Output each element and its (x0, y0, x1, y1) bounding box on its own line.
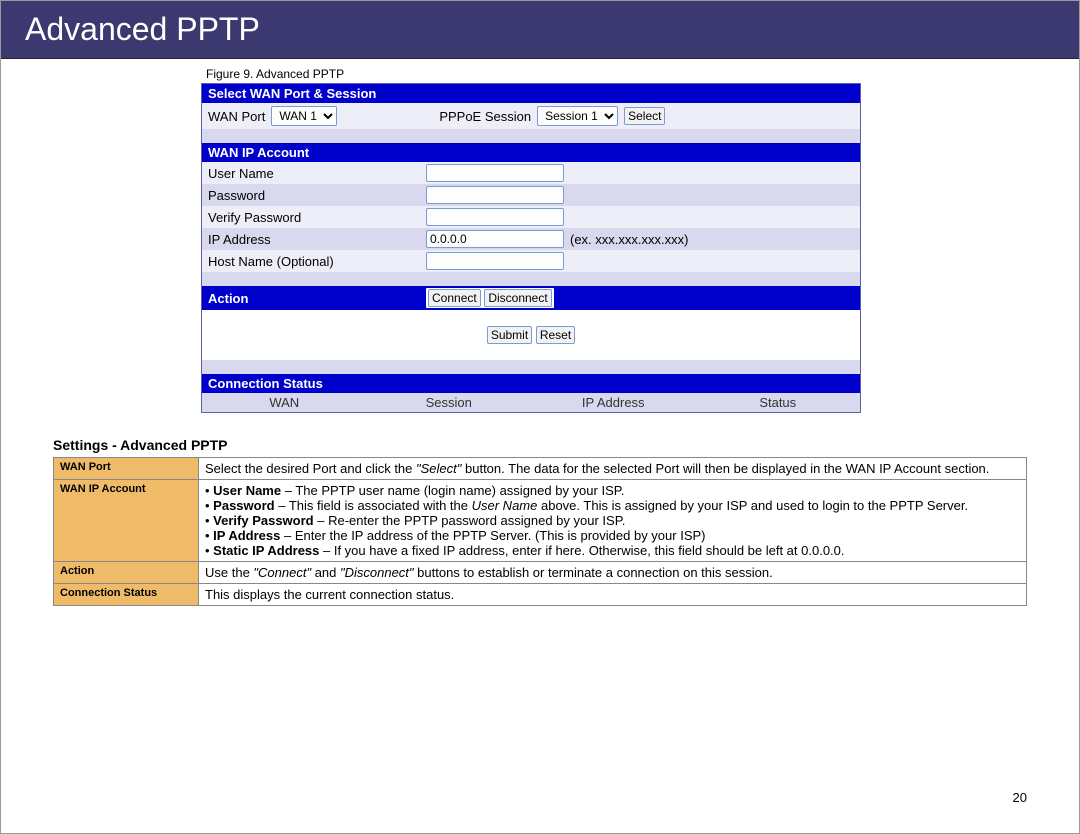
settings-table: WAN Port Select the desired Port and cli… (53, 457, 1027, 606)
key-conn-status: Connection Status (54, 584, 199, 606)
desc-conn-status: This displays the current connection sta… (199, 584, 1027, 606)
pppoe-session-select[interactable]: Session 1 (537, 106, 618, 126)
page-title: Advanced PPTP (1, 1, 1079, 59)
row-verify-password: Verify Password (202, 206, 860, 228)
submit-button[interactable]: Submit (487, 326, 532, 344)
desc-wan-ip: • User Name – The PPTP user name (login … (199, 480, 1027, 562)
row-host-name: Host Name (Optional) (202, 250, 860, 272)
spacer (202, 360, 860, 374)
settings-heading: Settings - Advanced PPTP (53, 437, 1079, 453)
pppoe-session-label: PPPoE Session (439, 109, 531, 124)
password-input[interactable] (426, 186, 564, 204)
host-name-input[interactable] (426, 252, 564, 270)
key-action: Action (54, 562, 199, 584)
figure-caption: Figure 9. Advanced PPTP (206, 67, 1079, 81)
figure-area: Figure 9. Advanced PPTP Select WAN Port … (1, 67, 1079, 413)
row-ip-address: IP Address (ex. xxx.xxx.xxx.xxx) (202, 228, 860, 250)
key-wan-port: WAN Port (54, 458, 199, 480)
page-number: 20 (1013, 790, 1027, 805)
action-label: Action (208, 291, 426, 306)
select-button[interactable]: Select (624, 107, 665, 125)
connection-status-header: Connection Status (202, 374, 860, 393)
col-wan: WAN (202, 393, 367, 412)
table-row: WAN Port Select the desired Port and cli… (54, 458, 1027, 480)
table-row: Connection Status This displays the curr… (54, 584, 1027, 606)
username-input[interactable] (426, 164, 564, 182)
spacer (202, 129, 860, 143)
status-columns: WAN Session IP Address Status (202, 393, 860, 412)
wan-port-label: WAN Port (208, 109, 265, 124)
router-ui: Select WAN Port & Session WAN Port WAN 1… (201, 83, 861, 413)
col-ip: IP Address (531, 393, 696, 412)
password-label: Password (208, 188, 426, 203)
spacer (202, 272, 860, 286)
ip-address-hint: (ex. xxx.xxx.xxx.xxx) (570, 232, 688, 247)
username-label: User Name (208, 166, 426, 181)
wan-ip-header: WAN IP Account (202, 143, 860, 162)
ip-address-input[interactable] (426, 230, 564, 248)
action-row: Action Connect Disconnect (202, 286, 860, 310)
verify-password-label: Verify Password (208, 210, 426, 225)
row-password: Password (202, 184, 860, 206)
col-status: Status (696, 393, 861, 412)
wan-port-select[interactable]: WAN 1 (271, 106, 337, 126)
ip-address-label: IP Address (208, 232, 426, 247)
row-username: User Name (202, 162, 860, 184)
desc-action: Use the "Connect" and "Disconnect" butto… (199, 562, 1027, 584)
key-wan-ip: WAN IP Account (54, 480, 199, 562)
submit-row: Submit Reset (202, 310, 860, 360)
desc-wan-port: Select the desired Port and click the "S… (199, 458, 1027, 480)
select-wan-header: Select WAN Port & Session (202, 84, 860, 103)
verify-password-input[interactable] (426, 208, 564, 226)
col-session: Session (367, 393, 532, 412)
table-row: Action Use the "Connect" and "Disconnect… (54, 562, 1027, 584)
host-name-label: Host Name (Optional) (208, 254, 426, 269)
connect-button[interactable]: Connect (428, 289, 481, 307)
table-row: WAN IP Account • User Name – The PPTP us… (54, 480, 1027, 562)
wan-session-row: WAN Port WAN 1 PPPoE Session Session 1 S… (202, 103, 860, 129)
reset-button[interactable]: Reset (536, 326, 575, 344)
disconnect-button[interactable]: Disconnect (484, 289, 551, 307)
